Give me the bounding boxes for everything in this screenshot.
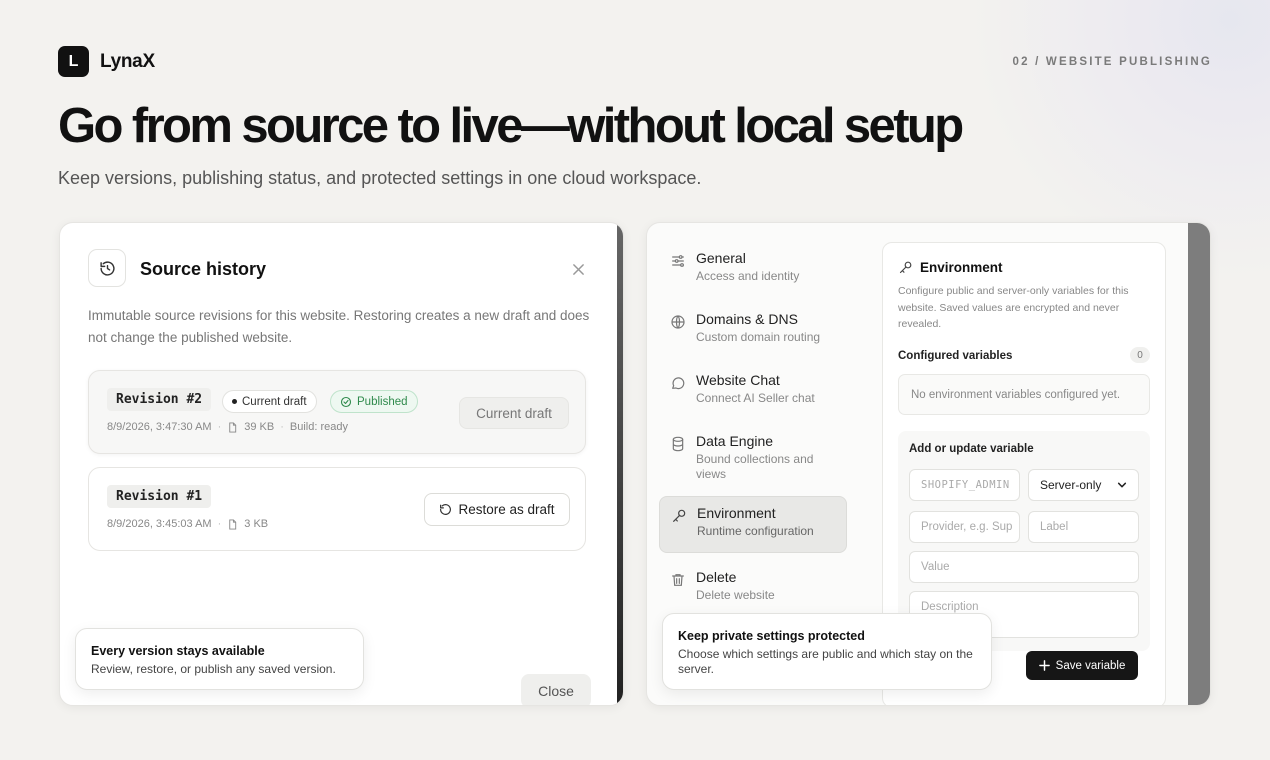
trash-icon xyxy=(672,574,684,586)
history-icon xyxy=(88,249,126,287)
callout-versions: Every version stays available Review, re… xyxy=(75,628,364,690)
callout-text: Choose which settings are public and whi… xyxy=(678,647,973,676)
value-input[interactable]: Value xyxy=(909,551,1139,583)
revision-row: Revision #2 Current draft Published 8/9/… xyxy=(88,370,586,454)
nav-title: Domains & DNS xyxy=(696,311,798,327)
published-badge: Published xyxy=(330,390,418,413)
nav-item-delete[interactable]: Delete Delete website xyxy=(659,561,847,613)
dialog-edge xyxy=(617,223,623,705)
callout-text: Review, restore, or publish any saved ve… xyxy=(91,662,336,676)
page-title: Go from source to live—without local set… xyxy=(58,99,964,153)
revision-row: Revision #1 8/9/2026, 3:45:03 AM · 3 KB … xyxy=(88,467,586,551)
restore-icon xyxy=(440,504,452,515)
nav-subtitle: Runtime configuration xyxy=(697,524,814,538)
revision-label: Revision #1 xyxy=(107,485,212,508)
label-input[interactable]: Label xyxy=(1028,511,1139,543)
meta-separator: · xyxy=(280,421,284,433)
section-kicker: 02 / WEBSITE PUBLISHING xyxy=(1012,56,1212,68)
visibility-value: Server-only xyxy=(1040,478,1102,492)
restore-as-draft-button[interactable]: Restore as draft xyxy=(424,493,570,526)
provider-input[interactable]: Provider, e.g. Sup xyxy=(909,511,1020,543)
badge-text: Published xyxy=(357,395,408,408)
variable-key-input[interactable]: SHOPIFY_ADMIN xyxy=(909,469,1020,501)
current-draft-button: Current draft xyxy=(459,397,569,429)
save-variable-button[interactable]: Save variable xyxy=(1026,651,1138,680)
configured-variables-label: Configured variables xyxy=(898,350,1013,362)
revision-label: Revision #2 xyxy=(107,388,212,411)
nav-item-website-chat[interactable]: Website Chat Connect AI Seller chat xyxy=(659,364,847,416)
database-icon xyxy=(672,436,684,452)
check-circle-icon xyxy=(340,396,352,407)
chat-icon xyxy=(672,377,685,390)
empty-variables-message: No environment variables configured yet. xyxy=(898,374,1150,415)
nav-title: Environment xyxy=(697,505,776,521)
nav-subtitle: Custom domain routing xyxy=(696,330,821,344)
nav-item-environment[interactable]: Environment Runtime configuration xyxy=(659,496,847,553)
badge-text: Current draft xyxy=(242,395,307,408)
revision-size: 3 KB xyxy=(244,518,269,530)
meta-separator: · xyxy=(217,518,222,530)
nav-subtitle: Connect AI Seller chat xyxy=(696,391,815,405)
plus-icon xyxy=(1038,660,1050,671)
file-icon xyxy=(229,421,237,433)
environment-title: Environment xyxy=(920,260,1003,275)
brand-logo: L LynaX xyxy=(58,46,155,77)
revision-size: 39 KB xyxy=(244,421,275,433)
page-subtitle: Keep versions, publishing status, and pr… xyxy=(58,168,702,188)
logo-mark: L xyxy=(58,46,89,77)
nav-item-general[interactable]: General Access and identity xyxy=(659,242,847,294)
current-draft-badge: Current draft xyxy=(222,390,317,413)
dialog-description: Immutable source revisions for this webs… xyxy=(88,308,590,345)
chevron-down-icon xyxy=(1117,482,1127,488)
nav-title: Data Engine xyxy=(696,433,774,449)
dialog-title: Source history xyxy=(140,259,267,279)
visibility-select[interactable]: Server-only xyxy=(1028,469,1139,501)
button-label: Save variable xyxy=(1055,659,1126,672)
configured-count-badge: 0 xyxy=(1130,347,1150,363)
nav-subtitle: Delete website xyxy=(696,588,775,602)
brand-name: LynaX xyxy=(100,50,155,72)
panel-edge xyxy=(1188,223,1210,705)
nav-item-data-engine[interactable]: Data Engine Bound collections and views xyxy=(659,425,847,491)
nav-title: Website Chat xyxy=(696,372,780,388)
revision-timestamp: 8/9/2026, 3:45:03 AM xyxy=(107,518,212,530)
sliders-icon xyxy=(672,255,684,267)
callout-title: Keep private settings protected xyxy=(678,629,865,643)
callout-title: Every version stays available xyxy=(91,644,265,658)
nav-title: Delete xyxy=(696,569,737,585)
callout-private-settings: Keep private settings protected Choose w… xyxy=(662,613,992,690)
nav-item-domains[interactable]: Domains & DNS Custom domain routing xyxy=(659,303,847,355)
environment-description: Configure public and server-only variabl… xyxy=(898,285,1129,330)
dot-icon xyxy=(232,399,237,404)
revision-meta: 8/9/2026, 3:47:30 AM · 39 KB · Build: re… xyxy=(107,421,348,433)
nav-title: General xyxy=(696,250,746,266)
environment-header: Environment xyxy=(898,260,1003,275)
nav-subtitle: Bound collections and views xyxy=(696,452,814,481)
button-label: Restore as draft xyxy=(458,502,555,517)
close-button[interactable]: Close xyxy=(521,674,591,705)
revision-meta: 8/9/2026, 3:45:03 AM · 3 KB xyxy=(107,518,268,530)
build-status: Build: ready xyxy=(289,421,348,433)
meta-separator: · xyxy=(217,421,222,433)
file-icon xyxy=(229,518,237,530)
globe-icon xyxy=(671,315,685,329)
key-icon xyxy=(899,261,912,274)
revision-timestamp: 8/9/2026, 3:47:30 AM xyxy=(107,421,212,433)
nav-subtitle: Access and identity xyxy=(696,269,800,283)
add-variable-label: Add or update variable xyxy=(909,443,1034,455)
key-icon xyxy=(673,509,686,522)
close-icon[interactable] xyxy=(567,258,589,280)
